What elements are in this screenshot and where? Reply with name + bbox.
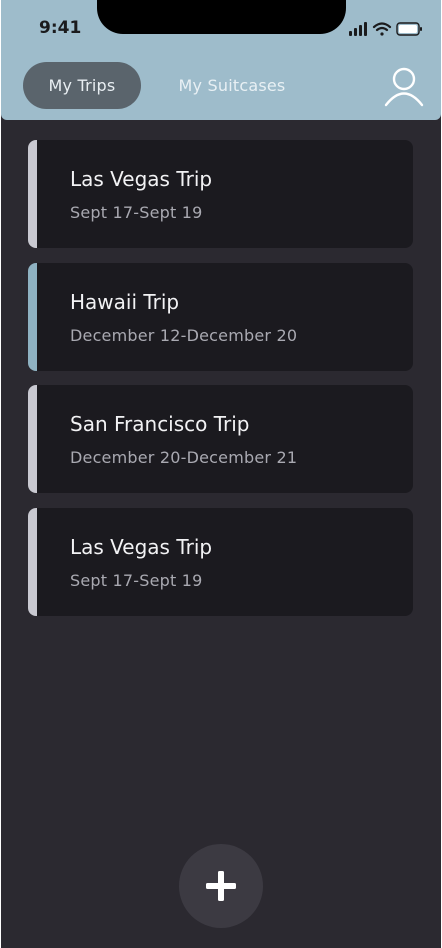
- status-icons: [349, 22, 422, 36]
- trip-card-accent: [28, 140, 37, 248]
- plus-icon: [206, 871, 236, 901]
- wifi-icon: [372, 22, 392, 36]
- add-trip-button[interactable]: [179, 844, 263, 928]
- tab-my-suitcases[interactable]: My Suitcases: [169, 62, 295, 109]
- tab-my-trips[interactable]: My Trips: [23, 62, 141, 109]
- trip-card[interactable]: Las Vegas Trip Sept 17-Sept 19: [28, 508, 413, 616]
- trip-card[interactable]: Hawaii Trip December 12-December 20: [28, 263, 413, 371]
- trip-card-accent: [28, 263, 37, 371]
- status-time: 9:41: [39, 18, 82, 38]
- trip-card-accent: [28, 385, 37, 493]
- trip-dates: December 12-December 20: [70, 326, 298, 345]
- device-notch: [97, 0, 346, 34]
- trip-dates: Sept 17-Sept 19: [70, 571, 203, 590]
- trip-title: Las Vegas Trip: [70, 535, 213, 559]
- trip-card-accent: [28, 508, 37, 616]
- trip-card[interactable]: Las Vegas Trip Sept 17-Sept 19: [28, 140, 413, 248]
- cellular-signal-icon: [349, 22, 367, 36]
- trip-title: Hawaii Trip: [70, 290, 180, 314]
- trip-dates: Sept 17-Sept 19: [70, 203, 203, 222]
- trip-card[interactable]: San Francisco Trip December 20-December …: [28, 385, 413, 493]
- trip-dates: December 20-December 21: [70, 448, 298, 467]
- battery-icon: [396, 22, 422, 36]
- trip-title: San Francisco Trip: [70, 412, 250, 436]
- app-header: 9:41 My Trips My Suitcases: [1, 0, 441, 120]
- phone-screen: 9:41 My Trips My Suitcases Las Vegas Tri…: [1, 0, 441, 948]
- profile-icon[interactable]: [383, 66, 425, 108]
- trip-title: Las Vegas Trip: [70, 167, 213, 191]
